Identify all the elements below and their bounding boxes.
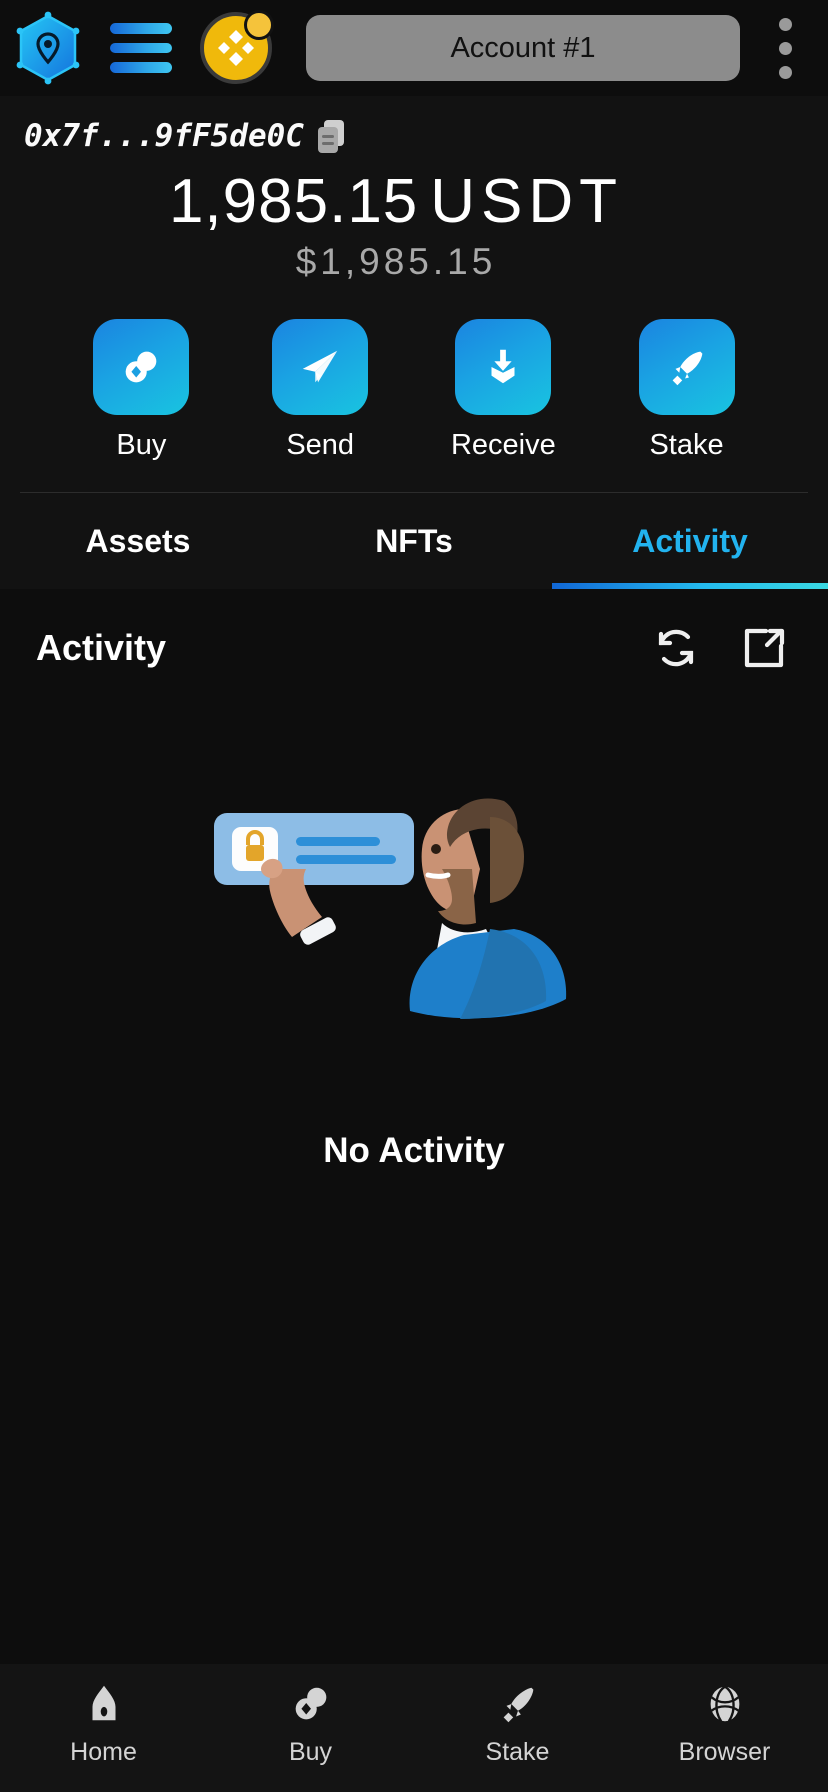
stake-rocket-icon xyxy=(638,319,735,416)
action-stake[interactable]: Stake xyxy=(638,319,735,462)
balance-value: 1,985.15 xyxy=(168,167,419,236)
nav-item-stake[interactable]: Stake xyxy=(433,1678,603,1767)
activity-header: Activity xyxy=(22,589,806,707)
action-buy-label: Buy xyxy=(116,429,167,462)
receive-download-icon xyxy=(455,319,552,416)
tab-nfts[interactable]: NFTs xyxy=(276,493,552,589)
action-stake-label: Stake xyxy=(649,429,724,462)
kebab-menu-icon[interactable] xyxy=(756,12,814,84)
nav-item-home-label: Home xyxy=(70,1738,137,1766)
nav-item-buy[interactable]: Buy xyxy=(226,1678,396,1767)
send-paper-plane-icon xyxy=(272,319,369,416)
address-row[interactable]: 0x7f...9fF5de0C xyxy=(24,114,828,158)
top-bar: Account #1 xyxy=(0,0,828,96)
nav-item-browser[interactable]: Browser xyxy=(640,1678,810,1767)
balance-amount: 1,985.15 USDT xyxy=(24,166,768,237)
wallet-app: Account #1 0x7f...9fF5de0C 1,985.15 USDT … xyxy=(0,0,828,1792)
fiat-balance: $1,985.15 xyxy=(295,241,497,283)
browser-globe-icon xyxy=(699,1678,751,1730)
page-title: Activity xyxy=(36,627,167,669)
hamburger-menu-icon[interactable] xyxy=(110,23,172,74)
nav-item-stake-label: Stake xyxy=(485,1738,550,1766)
action-receive[interactable]: Receive xyxy=(451,319,556,462)
nav-item-home[interactable]: Home xyxy=(19,1678,189,1767)
tab-assets[interactable]: Assets xyxy=(0,493,276,589)
vault-hexagon-logo-icon[interactable] xyxy=(10,10,86,86)
tab-activity-label: Activity xyxy=(632,522,748,559)
tab-activity[interactable]: Activity xyxy=(552,493,828,590)
tab-assets-label: Assets xyxy=(85,522,191,559)
account-name-label: Account #1 xyxy=(450,31,596,64)
home-icon xyxy=(78,1678,130,1730)
empty-state: No Activity xyxy=(22,707,806,1664)
action-buy[interactable]: Buy xyxy=(93,319,190,462)
external-link-icon[interactable] xyxy=(736,620,792,676)
action-send-label: Send xyxy=(286,429,355,462)
balance-block: 1,985.15 USDT $1,985.15 xyxy=(24,166,828,283)
action-send[interactable]: Send xyxy=(272,319,369,462)
empty-state-text: No Activity xyxy=(323,1131,505,1171)
man-pointing-at-secure-login-card-illustration xyxy=(204,765,624,1065)
wallet-address: 0x7f...9fF5de0C xyxy=(24,118,304,154)
quick-actions: Buy Send Receive Stake xyxy=(0,319,828,462)
refresh-icon[interactable] xyxy=(648,620,704,676)
nav-item-browser-label: Browser xyxy=(678,1738,771,1766)
tab-nfts-label: NFTs xyxy=(375,522,453,559)
account-selector[interactable]: Account #1 xyxy=(306,15,740,81)
bnb-network-icon[interactable] xyxy=(200,10,274,84)
stake-rocket-icon xyxy=(492,1678,544,1730)
copy-icon[interactable] xyxy=(310,114,354,158)
balance-unit: USDT xyxy=(430,167,624,236)
buy-coins-icon xyxy=(93,319,190,416)
content-tabs: Assets NFTs Activity xyxy=(0,493,828,590)
bottom-navigation: Home Buy Stake Browser xyxy=(0,1664,828,1792)
action-receive-label: Receive xyxy=(450,429,556,462)
nav-item-buy-label: Buy xyxy=(288,1738,333,1766)
activity-panel: Activity No Activity xyxy=(0,589,828,1664)
buy-coins-icon xyxy=(285,1678,337,1730)
network-status-dot xyxy=(244,10,274,40)
account-summary: 0x7f...9fF5de0C 1,985.15 USDT $1,985.15 xyxy=(0,96,828,283)
